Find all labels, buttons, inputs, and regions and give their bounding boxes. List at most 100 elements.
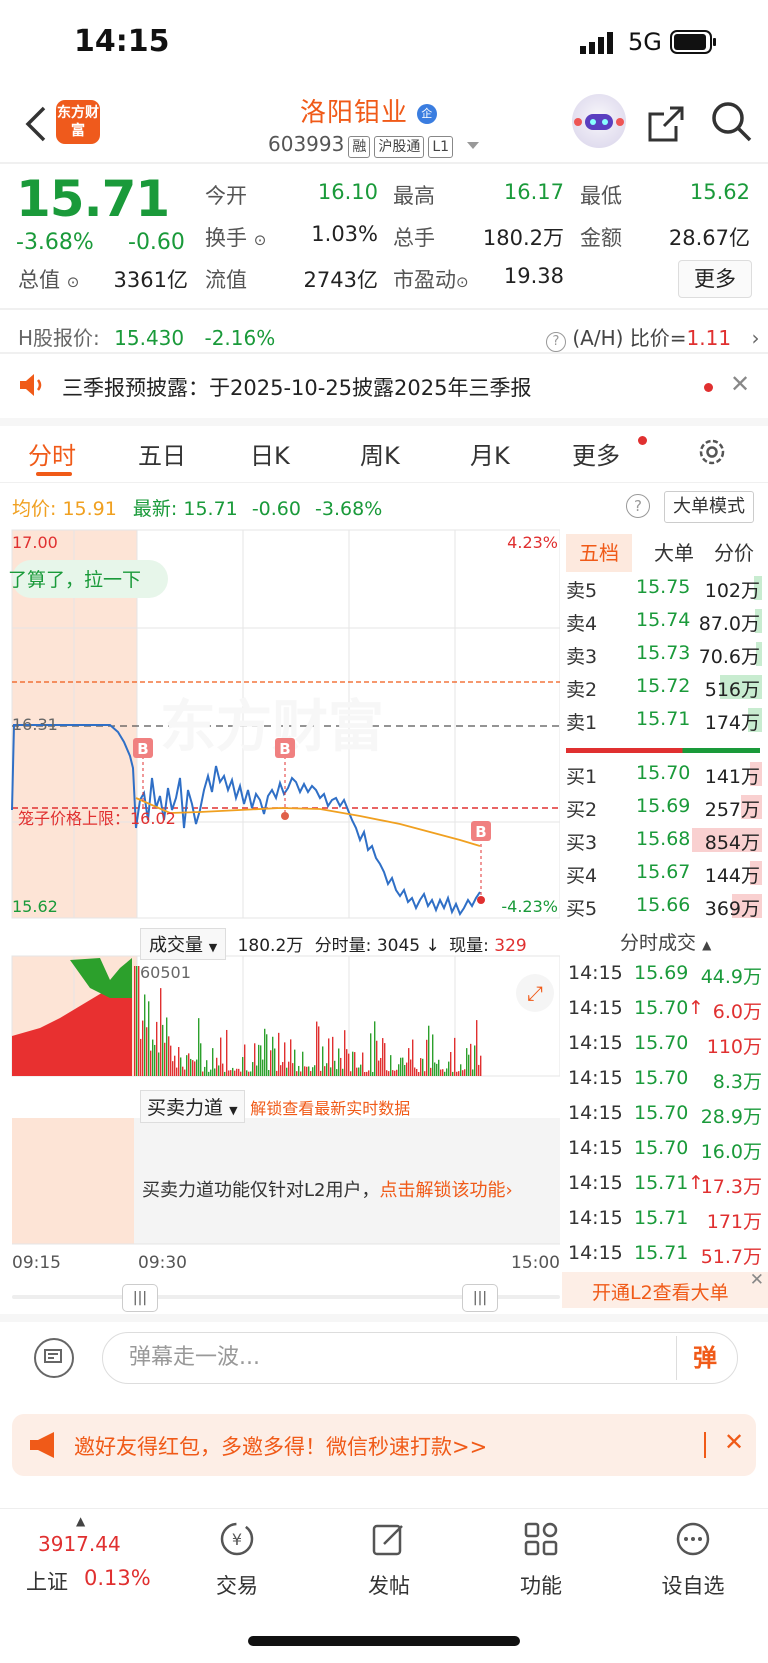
buy-marker[interactable]: B [471, 821, 491, 904]
index-quote[interactable]: ▲ 3917.44 上证 0.13% [22, 1514, 162, 1594]
close-icon[interactable]: ✕ [730, 370, 750, 398]
settings-icon[interactable] [696, 436, 728, 472]
caret-up-icon: ▲ [76, 1514, 86, 1528]
close-icon[interactable]: ✕ [724, 1428, 744, 1456]
intraday-chart[interactable]: 东方财富 B B B 17.00 4.23% 16.31 15.62 -4.23… [0, 528, 560, 1268]
big-order-mode-button[interactable]: 大单模式 [664, 491, 754, 523]
danmu-input[interactable]: 弹幕走一波... [102, 1332, 738, 1384]
volume-bar [310, 1071, 312, 1076]
orderbook-price[interactable]: 15.70 [636, 762, 690, 784]
invite-banner[interactable]: 邀好友得红包，多邀多得！微信秒速打款>> ✕ [12, 1414, 756, 1476]
volume-bar [386, 1070, 388, 1076]
float-cap-label: 流值 [205, 268, 247, 292]
market-cap-label[interactable]: 总值 ⊙ [18, 264, 79, 294]
info-icon[interactable]: ⊙ [254, 231, 267, 249]
orderbook-price[interactable]: 15.75 [636, 576, 690, 598]
danmu-bubble-text: 了算了，拉一下 [8, 569, 141, 591]
enterprise-badge: 企 [417, 103, 438, 124]
dropdown-icon[interactable] [467, 142, 480, 149]
notice-bar[interactable]: 三季报预披露：于2025-10-25披露2025年三季报 ✕ [0, 356, 768, 418]
orderbook-price[interactable]: 15.74 [636, 609, 690, 631]
top-price-label: 17.00 [12, 533, 58, 552]
orderbook-level-label: 卖3 [566, 646, 598, 668]
stock-name[interactable]: 洛阳钼业 企 [300, 92, 438, 129]
volume-bar [224, 1071, 226, 1076]
expand-icon[interactable]: ⤢ [516, 974, 554, 1012]
volume-bar [334, 1060, 336, 1076]
orderbook-tab-big[interactable]: 大单 [644, 534, 704, 572]
tab-daily-k[interactable]: 日K [250, 436, 290, 471]
tab-more-dot [638, 436, 647, 445]
orderbook-price[interactable]: 15.71 [636, 708, 690, 730]
nav-functions[interactable]: 功能 [491, 1570, 591, 1600]
danmu-toggle-icon[interactable] [34, 1338, 74, 1378]
force-notice-link[interactable]: 点击解锁该功能 [379, 1180, 505, 1201]
turnover-label[interactable]: 换手 ⊙ [205, 222, 266, 252]
orderbook-price[interactable]: 15.66 [636, 894, 690, 916]
index-value: 3917.44 [38, 1532, 121, 1556]
trade-icon[interactable]: ¥ [218, 1520, 256, 1558]
volume-bar [408, 1048, 410, 1076]
time-range-slider[interactable]: ||| ||| [12, 1284, 560, 1312]
tab-intraday[interactable]: 分时 [28, 436, 76, 471]
volume-bar [270, 1050, 272, 1076]
ah-ratio-value: 1.11 [686, 326, 732, 350]
trade-price: 15.71 [634, 1207, 689, 1229]
trade-volume: 17.3万 [700, 1176, 762, 1198]
trade-time: 14:15 [568, 1067, 623, 1089]
post-icon[interactable] [370, 1520, 408, 1558]
l2-banner[interactable]: 开通L2查看大单 ✕ [562, 1270, 768, 1308]
functions-icon[interactable] [522, 1520, 560, 1558]
info-icon[interactable]: ⊙ [67, 273, 80, 291]
trades-title[interactable]: 分时成交 ▲ [620, 928, 711, 955]
nav-post[interactable]: 发帖 [339, 1570, 439, 1600]
volume-bar [330, 1067, 332, 1076]
volume-indicator-select[interactable]: 成交量 ▼ [140, 928, 227, 960]
help-icon[interactable]: ? [546, 332, 566, 352]
info-icon[interactable]: ⊙ [456, 273, 469, 291]
nav-trade[interactable]: 交易 [187, 1570, 287, 1600]
close-icon[interactable]: ✕ [750, 1270, 764, 1290]
tab-weekly-k[interactable]: 周K [360, 436, 400, 471]
slider-handle-right[interactable]: ||| [462, 1284, 498, 1312]
share-icon[interactable] [646, 104, 686, 144]
orderbook-price[interactable]: 15.73 [636, 642, 690, 664]
volume-bar [392, 1070, 394, 1076]
orderbook-volume: 257万 [704, 799, 760, 821]
stock-code-row[interactable]: 603993 融沪股通 L1 [268, 132, 480, 158]
trade-volume: 6.0万 [712, 1001, 762, 1023]
volume-bar [228, 1070, 230, 1076]
orderbook-price[interactable]: 15.67 [636, 861, 690, 883]
low-value: 15.62 [689, 180, 750, 204]
pe-label[interactable]: 市盈动⊙ [393, 264, 469, 294]
trade-time: 14:15 [568, 1032, 623, 1054]
turnover-value: 1.03% [311, 222, 378, 246]
nav-add-watchlist[interactable]: 设自选 [643, 1570, 743, 1600]
assistant-avatar[interactable] [572, 94, 626, 148]
volume-bar [298, 1065, 300, 1076]
volume-bar [388, 1071, 390, 1076]
force-unlock-link[interactable]: 解锁查看最新实时数据 [250, 1099, 410, 1118]
volume-bar [440, 1069, 442, 1076]
add-watchlist-icon[interactable] [674, 1520, 712, 1558]
h-share-price: 15.430 [114, 326, 185, 350]
orderbook-tabs: 五档 大单 分价 [564, 534, 764, 574]
more-button[interactable]: 更多 [678, 260, 752, 298]
orderbook-tab-five[interactable]: 五档 [566, 534, 632, 572]
orderbook-tab-price[interactable]: 分价 [704, 534, 764, 572]
orderbook-volume: 102万 [704, 580, 760, 602]
danmu-send-button[interactable]: 弹 [676, 1336, 733, 1380]
tab-five-day[interactable]: 五日 [138, 436, 186, 471]
force-indicator-select[interactable]: 买卖力道 ▼ [140, 1090, 245, 1123]
slider-handle-left[interactable]: ||| [122, 1284, 158, 1312]
search-icon[interactable] [710, 100, 754, 144]
help-icon[interactable]: ? [626, 494, 650, 518]
ah-ratio[interactable]: ? (A/H) 比价=1.11 › [546, 322, 759, 352]
tab-monthly-k[interactable]: 月K [470, 436, 510, 471]
orderbook-price[interactable]: 15.72 [636, 675, 690, 697]
orderbook-price[interactable]: 15.69 [636, 795, 690, 817]
orderbook-price[interactable]: 15.68 [636, 828, 690, 850]
tab-more[interactable]: 更多 [572, 436, 620, 471]
volume-bar [394, 1070, 396, 1076]
back-icon[interactable] [22, 102, 52, 146]
